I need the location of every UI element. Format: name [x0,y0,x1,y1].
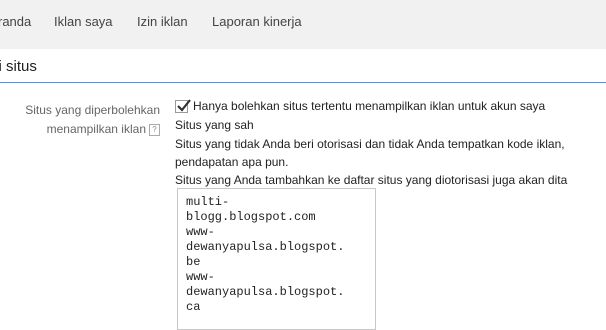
valid-sites-heading: Situs yang sah [175,118,254,132]
site-line: www- [186,225,215,239]
sites-list-textarea[interactable]: multi- blogg.blogspot.com www- dewanyapu… [177,188,376,330]
section-header: si situs [0,49,606,83]
authorized-sites-checkbox[interactable] [175,99,191,113]
allowed-sites-label-line2: menampilkan iklan? [47,122,160,136]
site-line: blogg.blogspot.com [186,210,316,224]
site-line: dewanyapulsa.blogspot. [186,285,345,299]
section-title: si situs [0,58,37,75]
allowed-sites-label-text: menampilkan iklan [46,122,146,136]
site-line: be [186,255,201,269]
authorized-sites-checkbox-label[interactable]: Hanya bolehkan situs tertentu menampilka… [193,99,545,113]
site-line: multi- [186,195,230,209]
nav-item-iklan-saya[interactable]: Iklan saya [54,14,113,29]
site-line: dewanyapulsa.blogspot. [186,240,345,254]
site-line: ca [186,300,201,314]
site-line: www- [186,270,215,284]
nav-item-beranda[interactable]: randa [0,14,31,29]
description-line-2: pendapatan apa pun. [175,155,289,169]
checkmark-icon [177,99,191,112]
nav-item-izin-iklan[interactable]: Izin iklan [137,14,188,29]
help-icon[interactable]: ? [149,123,160,136]
top-navigation: randa Iklan saya Izin iklan Laporan kine… [0,0,606,49]
description-line-1: Situs yang tidak Anda beri otorisasi dan… [175,137,565,151]
nav-item-laporan-kinerja[interactable]: Laporan kinerja [212,14,302,29]
description-line-3: Situs yang Anda tambahkan ke daftar situ… [175,173,568,187]
allowed-sites-label-line1: Situs yang diperbolehkan [25,103,160,117]
